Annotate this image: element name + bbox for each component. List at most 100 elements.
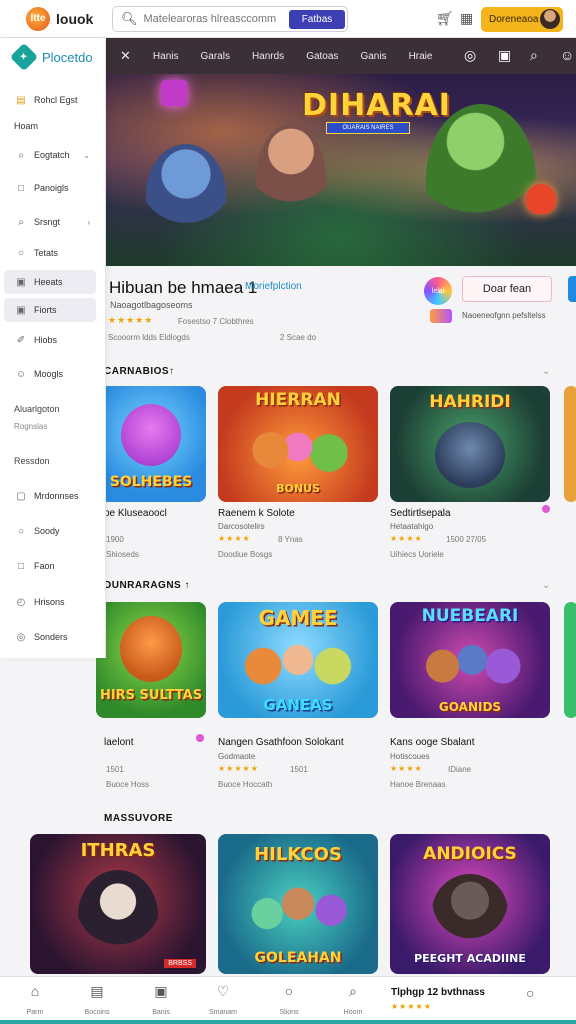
sidebar-item-9[interactable]: ✐ Hiobs xyxy=(4,328,96,352)
sidebar-item-12[interactable]: ○ Soody xyxy=(4,519,96,543)
sidebar-brand[interactable]: ✦ Plocetdo xyxy=(9,42,105,72)
deposit-button[interactable]: Doreneaoa xyxy=(481,7,563,32)
sidebar-item-13[interactable]: □ Faon xyxy=(4,554,96,578)
bottom-nav-item-6[interactable]: ⌕ Hoom xyxy=(328,983,378,1019)
logo-badge-text: ltte xyxy=(30,13,46,24)
logo-badge[interactable]: ltte xyxy=(26,6,50,31)
logo-text[interactable]: louok xyxy=(56,11,93,27)
game-card[interactable]: GAMEE GANEAS xyxy=(218,602,378,718)
nav-item-4[interactable]: Gatoas xyxy=(306,51,338,62)
bottom-featured-title[interactable]: Tlphgp 12 bvthnass xyxy=(391,987,485,998)
card-meta: Buoce Hoccath xyxy=(218,780,273,789)
nav-item-2[interactable]: Garals xyxy=(200,51,229,62)
card-count: 1501 xyxy=(290,765,308,774)
box-icon: ▢ xyxy=(16,490,26,502)
avatar[interactable] xyxy=(540,9,560,29)
card-name[interactable]: Kans ooge Sbalant xyxy=(390,737,475,748)
chevron-down-icon[interactable]: ⌄ xyxy=(542,580,550,591)
close-icon[interactable]: ✕ xyxy=(120,48,131,64)
sidebar-item-label: Faon xyxy=(34,561,55,571)
featured-size: 2 Scae do xyxy=(280,333,317,342)
sidebar-item-14[interactable]: ◴ Hrisons xyxy=(4,590,96,614)
hero-orb xyxy=(526,184,556,214)
home-icon: ⌂ xyxy=(30,983,40,999)
featured-app-icon[interactable]: lelal xyxy=(424,277,452,305)
card-subtitle: Godmaote xyxy=(218,752,256,761)
game-card-partial[interactable] xyxy=(564,602,576,718)
featured-game-tag[interactable]: Moriefplction xyxy=(245,281,302,292)
top-bar: ltte louok 🔍︎ Fatbas 🛒︎ ▦ Doreneaoa xyxy=(0,0,576,38)
search-input[interactable] xyxy=(143,13,284,25)
nav-item-5[interactable]: Ganis xyxy=(360,51,386,62)
card-count: 1500 27/05 xyxy=(446,535,487,544)
bottom-nav-label: Hoom xyxy=(343,1009,363,1016)
game-card[interactable]: HIRS SULTTAS xyxy=(96,602,206,718)
card-meta: Buoce Hoss xyxy=(106,780,150,789)
card-name[interactable]: Raenem k Solote xyxy=(218,508,295,519)
game-card-partial[interactable] xyxy=(564,386,576,502)
wallet-icon[interactable]: ▣ xyxy=(498,47,511,64)
game-card[interactable]: HIERRAN BONUS xyxy=(218,386,378,502)
new-badge xyxy=(196,734,204,742)
user-icon[interactable]: ☺ xyxy=(560,47,574,63)
sidebar-item-label: Moogls xyxy=(34,369,64,379)
sidebar-item-10[interactable]: ☺ Moogls xyxy=(4,362,96,386)
search-icon[interactable]: ⌕ xyxy=(530,47,538,64)
featured-game-title[interactable]: Hibuan be hmaea 1 xyxy=(109,278,257,298)
nav-item-1[interactable]: Hanis xyxy=(153,51,179,62)
sidebar-group-label[interactable]: Aluarlgoton xyxy=(14,404,60,414)
notification-icon[interactable]: ◎ xyxy=(464,47,476,64)
game-card[interactable]: HILKCOS GOLEAHAN xyxy=(218,834,378,974)
sidebar-item-2[interactable]: Hoam xyxy=(4,114,96,138)
chevron-down-icon[interactable]: ⌄ xyxy=(542,366,550,377)
card-name[interactable]: Nangen Gsathfoon Solokant xyxy=(218,737,344,748)
sidebar-item-3[interactable]: ⌕ Eogtatch ⌄ xyxy=(4,143,96,167)
game-card[interactable]: HAHRIDI xyxy=(390,386,550,502)
bottom-nav-item-4[interactable]: ♡ Smanam xyxy=(198,983,248,1019)
hero-banner[interactable]: DIHARAI OUARAIS NAIRES xyxy=(106,74,576,266)
card-meta: Uihiecs Uoriele xyxy=(390,550,444,559)
sidebar-item-label: Fiorts xyxy=(34,305,57,315)
bottom-nav-item-5[interactable]: ○ Slions xyxy=(264,983,314,1019)
secondary-button-edge[interactable] xyxy=(568,276,576,302)
game-card[interactable]: ITHRAS BRBSS xyxy=(30,834,206,974)
sidebar: ✦ Plocetdo ▤ Rohcl Egst Hoam ⌕ Eogtatch … xyxy=(0,38,106,658)
sidebar-item-11[interactable]: ▢ Mrdonnses xyxy=(4,484,96,508)
search-bar: 🔍︎ Fatbas xyxy=(112,6,348,32)
sidebar-item-label: Eogtatch xyxy=(34,150,70,160)
card-character xyxy=(243,420,353,480)
card-name[interactable]: laelont xyxy=(104,737,133,748)
sidebar-item-8[interactable]: ▣ Fiorts xyxy=(4,298,96,322)
nav-item-3[interactable]: Hanrds xyxy=(252,51,284,62)
game-card[interactable]: SOLHEBES xyxy=(96,386,206,502)
game-card[interactable]: ANDIOICS PEEGHT ACADIINE xyxy=(390,834,550,974)
card-subtitle: Hotiscoues xyxy=(390,752,430,761)
sidebar-item-5[interactable]: ⌕ Srsngt › xyxy=(4,210,96,234)
search-button[interactable]: Fatbas xyxy=(289,10,345,29)
bottom-nav-item-3[interactable]: ▣ Banis xyxy=(136,983,186,1019)
featured-app-icon-text: lelal xyxy=(431,287,445,295)
sidebar-section-2[interactable]: Ressdon xyxy=(14,456,50,466)
user-icon[interactable]: ○ xyxy=(526,985,534,1001)
card-badge: GOLEAHAN xyxy=(254,950,342,966)
card-name[interactable]: Sedtirtlsepala xyxy=(390,508,451,519)
chevron-down-icon: ⌄ xyxy=(83,150,90,160)
hero-character-2 xyxy=(256,124,326,234)
card-title-art: GAMEE xyxy=(258,606,338,630)
sidebar-item-15[interactable]: ◎ Sonders xyxy=(4,625,96,649)
download-button[interactable]: Doar fean xyxy=(462,276,552,302)
sidebar-item-6[interactable]: ○ Tetats xyxy=(4,241,96,265)
card-title-art: HAHRIDI xyxy=(429,392,511,412)
cart-icon[interactable]: 🛒︎ xyxy=(436,10,454,27)
nav-item-6[interactable]: Hraie xyxy=(409,51,433,62)
grid-icon[interactable]: ▦ xyxy=(460,10,473,27)
sidebar-item-7[interactable]: ▣ Heeats xyxy=(4,270,96,294)
card-badge: GANEAS xyxy=(263,696,333,714)
bottom-nav-home[interactable]: ⌂ Parm xyxy=(10,983,60,1019)
bottom-nav-item-2[interactable]: ▤ Bocoins xyxy=(72,983,122,1019)
card-title-art: NUEBEARI xyxy=(421,606,519,626)
game-card[interactable]: NUEBEARI GOANIDS xyxy=(390,602,550,718)
card-name[interactable]: oe Kluseaoocl xyxy=(104,508,167,519)
sidebar-item-4[interactable]: □ Panoigls xyxy=(4,176,96,200)
sidebar-item-1[interactable]: ▤ Rohcl Egst xyxy=(4,88,96,112)
